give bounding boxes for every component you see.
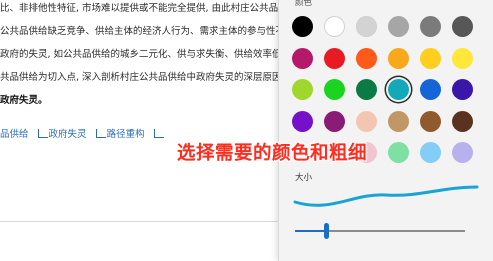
document-area: 比、非排他性特征, 市场难以提供或不能完全提供, 由此村庄公共品供 公共品供给缺…	[0, 0, 280, 255]
color-swatch[interactable]	[356, 47, 377, 69]
tag-more[interactable]	[153, 129, 168, 140]
color-swatch[interactable]	[452, 110, 473, 132]
tag-public-goods[interactable]: 品供给	[0, 129, 32, 140]
color-swatch[interactable]	[452, 142, 473, 163]
color-swatch[interactable]	[388, 110, 409, 132]
keyword-tags: 品供给 政府失灵 路径重构	[0, 126, 171, 140]
color-swatch[interactable]	[292, 16, 313, 37]
divider	[0, 221, 278, 222]
color-swatch[interactable]	[388, 79, 409, 100]
color-swatch[interactable]	[452, 47, 473, 69]
color-swatch[interactable]	[292, 110, 313, 132]
size-section-title: 大小	[295, 173, 313, 183]
color-swatch[interactable]	[420, 110, 441, 132]
color-swatch[interactable]	[292, 47, 313, 69]
tutorial-caption: 选择需要的颜色和粗细	[177, 143, 368, 164]
color-swatch[interactable]	[324, 47, 345, 69]
tag-icon	[95, 129, 106, 138]
tag-government-failure[interactable]: 政府失灵	[37, 129, 90, 140]
color-swatch[interactable]	[452, 79, 473, 100]
color-swatch[interactable]	[324, 79, 345, 100]
doc-line-1: 比、非排他性特征, 市场难以提供或不能完全提供, 由此村庄公共品供	[0, 3, 280, 14]
color-swatch[interactable]	[420, 79, 441, 100]
color-swatch[interactable]	[420, 16, 441, 37]
color-swatch[interactable]	[388, 47, 409, 69]
color-swatch[interactable]	[388, 16, 409, 37]
color-swatch[interactable]	[292, 79, 313, 100]
doc-line-3: 政府的失灵, 如公共品供给的城乡二元化、供与求失衡、供给效率低及	[0, 49, 280, 60]
tag-icon	[153, 129, 164, 138]
color-swatch[interactable]	[356, 110, 377, 132]
color-swatch[interactable]	[324, 16, 345, 37]
color-swatch[interactable]	[452, 16, 473, 37]
size-slider-thumb[interactable]	[323, 223, 329, 239]
tag-path-reconstruction[interactable]: 路径重构	[95, 129, 148, 140]
doc-line-5: 政府失灵。	[0, 95, 48, 106]
color-swatch[interactable]	[324, 110, 345, 132]
pen-settings-panel: 颜色 大小	[278, 0, 493, 261]
color-swatch[interactable]	[388, 142, 409, 163]
doc-line-4: 共品供给为切入点, 深入剖析村庄公共品供给中政府失灵的深层原因, 提	[0, 72, 280, 83]
color-swatch[interactable]	[356, 79, 377, 100]
color-swatch[interactable]	[420, 142, 441, 163]
stroke-preview	[293, 185, 479, 207]
doc-line-2: 公共品供给缺乏竞争、供给主体的经济人行为、需求主体的参与性不足	[0, 26, 280, 37]
color-section-title: 颜色	[295, 0, 313, 8]
tag-icon	[37, 129, 48, 138]
color-swatch[interactable]	[356, 16, 377, 37]
color-swatch[interactable]	[420, 47, 441, 69]
size-slider-fill	[295, 230, 326, 232]
